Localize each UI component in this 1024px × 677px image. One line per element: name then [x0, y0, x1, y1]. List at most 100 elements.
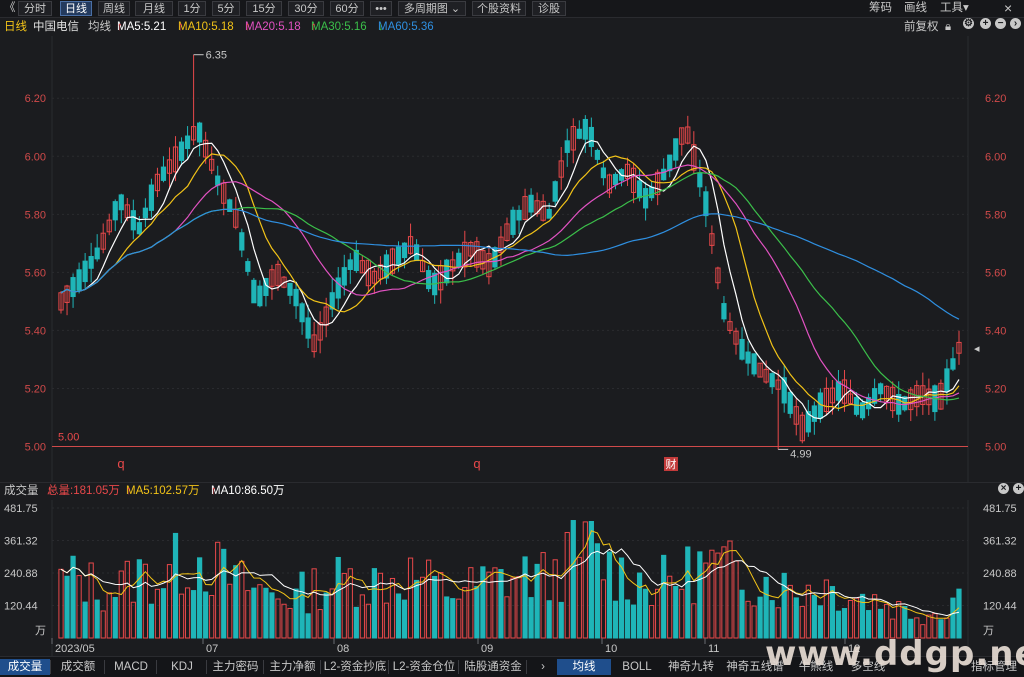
period-button-2[interactable]: 周线 [98, 1, 130, 16]
volume-bar [444, 596, 450, 639]
lock-icon[interactable]: 🔒︎ [945, 18, 951, 36]
candle-body [335, 277, 341, 299]
volume-total: 总量:181.05万 ↑ [47, 483, 120, 500]
candle-body [600, 167, 607, 179]
tab-separator [156, 660, 157, 674]
zoom-out-icon[interactable]: − [995, 18, 1006, 29]
stock-info-button[interactable]: 个股资料 [472, 1, 526, 16]
candle-body [751, 353, 757, 375]
tools-button[interactable]: 工具▾ [940, 1, 969, 16]
period-button-3[interactable]: 月线 [135, 1, 173, 16]
current-price-arrow: ◂ [974, 343, 980, 355]
high-label: 6.35 [206, 50, 227, 62]
period-button-1[interactable]: 日线 [60, 1, 92, 16]
volume-bar [769, 600, 775, 639]
period-button-8[interactable]: 60分 [330, 1, 364, 16]
candle-body [649, 186, 655, 199]
draw-line-button[interactable]: 画线 [904, 1, 927, 16]
candle-body [305, 317, 311, 339]
volume-bar [793, 597, 799, 639]
volume-bar [299, 571, 305, 639]
candle-body [582, 118, 588, 140]
tab-主力密码[interactable]: 主力密码 [208, 659, 263, 675]
tab-成交额[interactable]: 成交额 [52, 659, 104, 675]
volume-tick-right: 240.88 [983, 568, 1017, 580]
volume-tick-right: 481.75 [983, 503, 1017, 515]
candle-body [787, 391, 793, 414]
more-button[interactable]: ••• [370, 1, 392, 16]
ma-mode-label[interactable]: 均线 [88, 18, 111, 36]
expand-icon[interactable]: + [1013, 483, 1024, 494]
period-button-4[interactable]: 1分 [178, 1, 206, 16]
period-button-5[interactable]: 5分 [212, 1, 240, 16]
price-tick-left: 5.00 [25, 441, 46, 453]
ma5-text: MA5:5.21 [117, 21, 167, 33]
volume-bar [395, 593, 402, 639]
tab-主力净额[interactable]: 主力净额 [265, 659, 320, 675]
tab-陆股通资金[interactable]: 陆股通资金 [460, 659, 526, 675]
candle-body [251, 279, 257, 304]
volume-bar [190, 590, 197, 639]
tab-BOLL[interactable]: BOLL [613, 659, 661, 675]
candle-body [510, 209, 516, 235]
back-icon[interactable]: 《 [4, 1, 16, 16]
tab-MACD[interactable]: MACD [106, 659, 156, 675]
candle-body [160, 166, 167, 181]
date-label: 09 [481, 643, 493, 655]
volume-bar [781, 572, 787, 639]
candle-body [516, 209, 522, 221]
candle-body [667, 154, 673, 172]
candle-body [401, 242, 408, 259]
candle-body [112, 201, 118, 221]
volume-tick-left: 481.75 [4, 503, 38, 515]
tab-separator [526, 660, 527, 674]
volume-bar [353, 606, 359, 639]
tab-separator [388, 660, 389, 674]
scroll-tabs-icon[interactable]: › [535, 659, 551, 675]
candle-body [293, 288, 299, 307]
price-tick-right: 5.00 [985, 441, 1006, 453]
volume-bar [588, 521, 594, 639]
period-button-7[interactable]: 30分 [288, 1, 324, 16]
volume-header: 成交量 总量:181.05万 ↑ MA5:102.57万 ↑ MA10:86.50万… [0, 482, 1024, 500]
price-tick-left: 5.60 [25, 267, 46, 279]
tab-成交量[interactable]: 成交量 [0, 659, 50, 675]
low-label: 4.99 [790, 448, 811, 460]
chips-button[interactable]: 筹码 [869, 1, 892, 16]
tab-神奇九转[interactable]: 神奇九转 [663, 659, 719, 675]
tab-KDJ[interactable]: KDJ [158, 659, 206, 675]
volume-bar [570, 520, 576, 639]
diagnose-button[interactable]: 诊股 [532, 1, 566, 16]
price-chart[interactable]: 6.20 6.20 6.00 6.00 5.80 5.80 5.60 5.60 5.40 5.40… [0, 36, 1024, 482]
volume-bar [624, 599, 631, 639]
chevron-down-icon: ⌄ [450, 3, 461, 15]
settings-icon[interactable]: ⚙ [963, 18, 974, 29]
candle-body [148, 184, 155, 211]
tab-L2-资金仓位[interactable]: L2-资金仓位 [390, 659, 458, 675]
volume-ma10-text: MA10:86.50万 [211, 485, 285, 497]
multi-period-button[interactable]: 多周期图 ⌄ [398, 1, 466, 16]
volume-bar [82, 601, 88, 639]
close-panel-icon[interactable]: × [998, 483, 1009, 494]
price-tick-right: 6.00 [985, 151, 1006, 163]
period-button-0[interactable]: 分时 [18, 1, 52, 16]
tab-L2-资金抄底[interactable]: L2-资金抄底 [322, 659, 388, 675]
price-tick-right: 5.80 [985, 209, 1006, 221]
volume-bar [263, 587, 269, 639]
volume-bar [432, 575, 438, 639]
candle-body [245, 261, 251, 272]
event-mark-q2: q [473, 456, 480, 471]
volume-bar [450, 598, 456, 639]
watermark: www.ddgp.net [765, 634, 1024, 674]
adjust-mode[interactable]: 前复权 [904, 18, 939, 36]
close-icon[interactable]: × [1004, 1, 1012, 16]
period-button-6[interactable]: 15分 [246, 1, 282, 16]
volume-total-text: 总量:181.05万 [47, 485, 120, 497]
scroll-right-icon[interactable]: › [1010, 18, 1021, 29]
tab-均线[interactable]: 均线 [557, 659, 611, 675]
volume-chart[interactable]: 481.75 481.75 361.32 361.32 240.88 240.88 120.… [0, 500, 1024, 656]
zoom-in-icon[interactable]: + [980, 18, 991, 29]
candle-body [745, 351, 751, 364]
volume-bar [94, 599, 100, 639]
volume-bar [739, 589, 745, 639]
